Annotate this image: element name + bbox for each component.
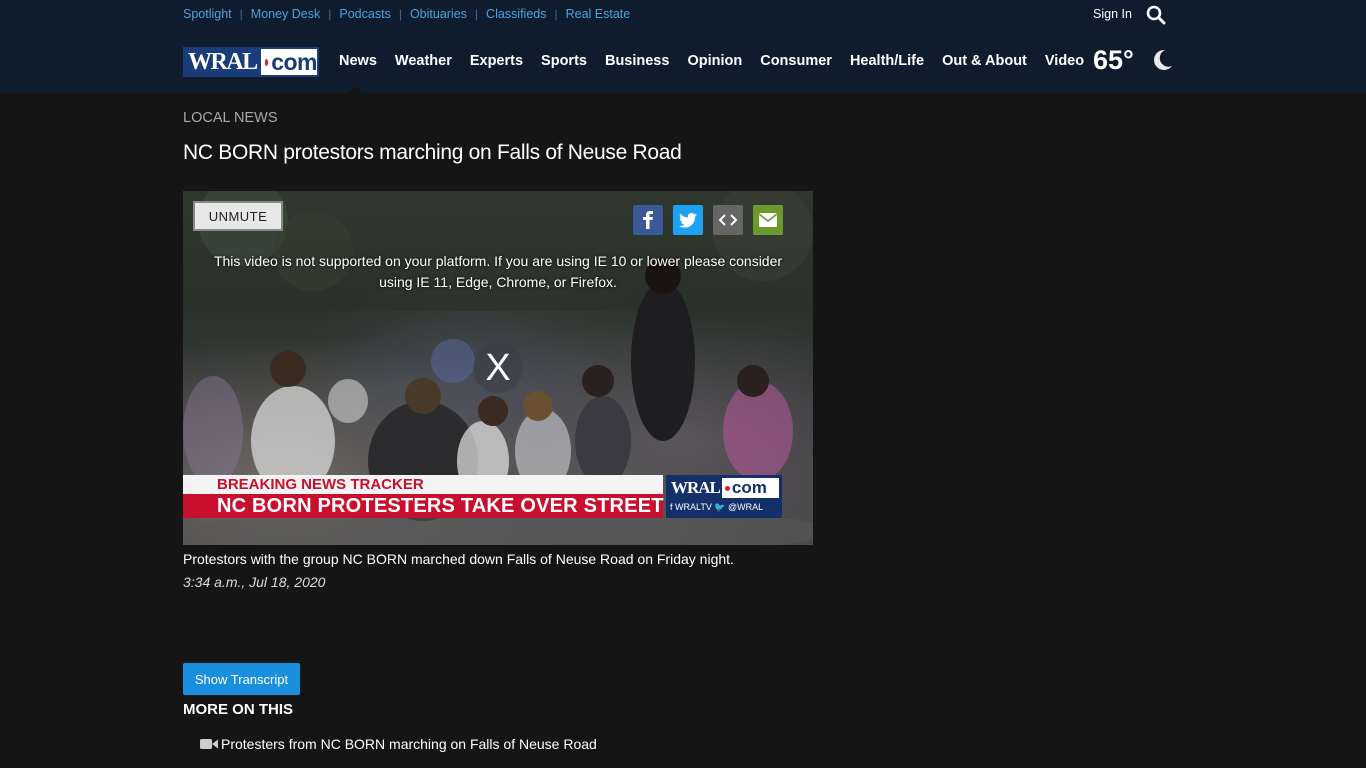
utility-links: Spotlight | Money Desk | Podcasts | Obit… [183, 7, 630, 21]
embed-icon[interactable] [713, 205, 743, 235]
nav-item-out-about[interactable]: Out & About [942, 53, 1027, 69]
video-caption: Protestors with the group NC BORN marche… [183, 551, 734, 567]
twitter-icon[interactable] [673, 205, 703, 235]
logo-dot [264, 58, 269, 66]
article-headline: NC BORN protestors marching on Falls of … [183, 141, 682, 164]
video-camera-icon [200, 739, 218, 749]
station-bug: WRAL com f WRALTV 🐦 @WRAL [666, 475, 782, 518]
search-icon[interactable] [1146, 5, 1166, 25]
nav-item-business[interactable]: Business [605, 53, 669, 69]
bug-logo-wordmark: WRAL [669, 478, 722, 498]
main-nav: News Weather Experts Sports Business Opi… [339, 53, 1102, 69]
logo-wordmark: WRAL [185, 49, 261, 75]
bug-logo-dot [724, 485, 730, 491]
link-real-estate[interactable]: Real Estate [566, 7, 631, 21]
current-temperature[interactable]: 65° [1093, 45, 1134, 76]
link-classifieds[interactable]: Classifieds [486, 7, 546, 21]
moon-icon[interactable] [1151, 48, 1173, 72]
nav-item-experts[interactable]: Experts [470, 53, 523, 69]
nav-item-opinion[interactable]: Opinion [687, 53, 742, 69]
related-link[interactable]: Protesters from NC BORN marching on Fall… [200, 736, 597, 752]
ticker-headline: NC BORN PROTESTERS TAKE OVER STREET [183, 494, 663, 518]
divider: | [554, 7, 558, 21]
bug-social-handles: f WRALTV 🐦 @WRAL [670, 502, 764, 512]
unsupported-video-notice: This video is not supported on your plat… [213, 253, 783, 290]
divider: | [328, 7, 332, 21]
unmute-button[interactable]: UNMUTE [193, 201, 283, 231]
site-header: Spotlight | Money Desk | Podcasts | Obit… [0, 0, 1366, 93]
nav-item-consumer[interactable]: Consumer [760, 53, 832, 69]
link-spotlight[interactable]: Spotlight [183, 7, 232, 21]
show-transcript-button[interactable]: Show Transcript [183, 663, 300, 695]
bug-logo: WRAL com [669, 478, 779, 498]
bug-logo-suffix: com [731, 478, 767, 497]
site-logo[interactable]: WRAL com [183, 47, 319, 77]
section-label[interactable]: LOCAL NEWS [183, 110, 278, 126]
nav-item-sports[interactable]: Sports [541, 53, 587, 69]
link-podcasts[interactable]: Podcasts [339, 7, 390, 21]
divider: | [398, 7, 402, 21]
related-link-title[interactable]: Protesters from NC BORN marching on Fall… [221, 736, 597, 752]
divider: | [239, 7, 243, 21]
ticker-label: BREAKING NEWS TRACKER [183, 475, 663, 494]
more-on-this-heading: MORE ON THIS [183, 701, 294, 718]
nav-item-health-life[interactable]: Health/Life [850, 53, 924, 69]
nav-item-news[interactable]: News [339, 53, 377, 69]
close-notice-button[interactable]: X [473, 343, 523, 393]
active-nav-indicator [348, 86, 362, 93]
logo-suffix: com [271, 48, 317, 75]
link-obituaries[interactable]: Obituaries [410, 7, 467, 21]
nav-item-video[interactable]: Video [1045, 53, 1084, 69]
nav-item-weather[interactable]: Weather [395, 53, 452, 69]
link-money-desk[interactable]: Money Desk [251, 7, 320, 21]
sign-in-link[interactable]: Sign In [1093, 7, 1132, 21]
video-player[interactable]: UNMUTE This video is not supported on yo… [183, 191, 813, 545]
facebook-icon[interactable] [633, 205, 663, 235]
video-timestamp: 3:34 a.m., Jul 18, 2020 [183, 574, 326, 590]
email-icon[interactable] [753, 205, 783, 235]
divider: | [474, 7, 479, 21]
